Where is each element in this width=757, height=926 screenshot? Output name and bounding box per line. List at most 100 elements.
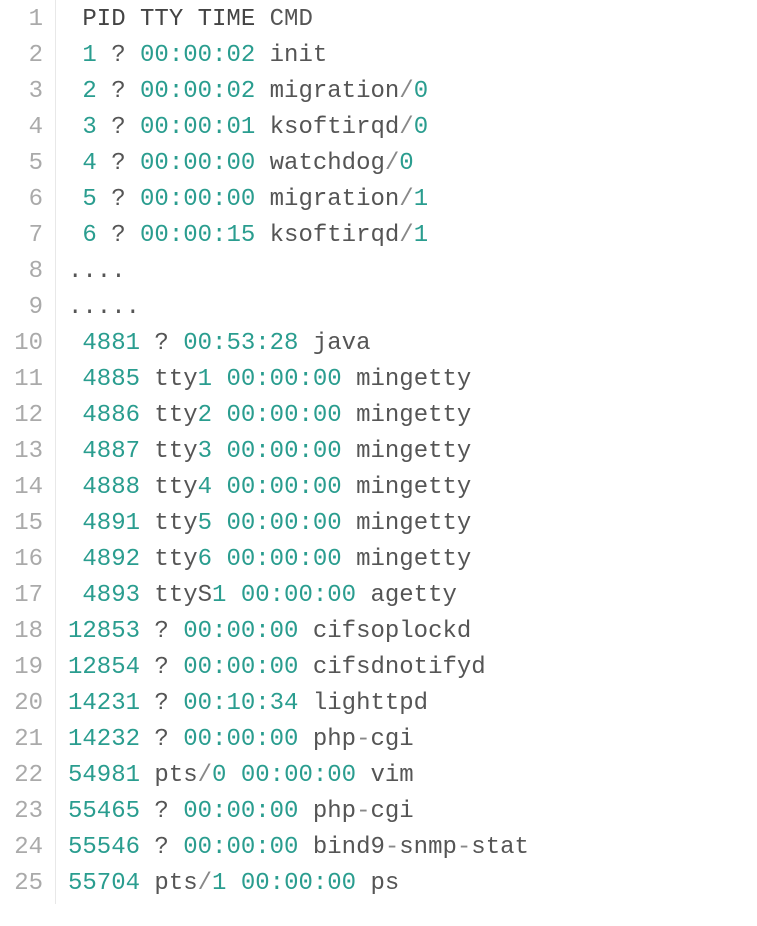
line-number: 3 [8,74,43,110]
code-line: 5 ? 00:00:00 migration/1 [68,182,757,218]
tty-prefix: tty [154,474,197,501]
dash-sep: - [356,798,370,825]
cmd: mingetty [356,474,471,501]
cmd-tail: stat [471,834,529,861]
dash-sep: - [385,834,399,861]
cmd: migration [270,78,400,105]
slash-sep: / [399,78,413,105]
dash-sep: - [356,726,370,753]
pid: 12853 [68,618,140,645]
tty: ? [111,150,125,177]
cmd: agetty [370,582,456,609]
slash-sep: / [399,186,413,213]
cmd-index: 0 [399,150,413,177]
cmd: migration [270,186,400,213]
code-line: 1 ? 00:00:02 init [68,38,757,74]
cmd-index: 1 [414,222,428,249]
cmd-suffix: cgi [370,726,413,753]
code-line: 6 ? 00:00:15 ksoftirqd/1 [68,218,757,254]
code-line: 3 ? 00:00:01 ksoftirqd/0 [68,110,757,146]
tty-num: 1 [198,366,212,393]
tty-prefix: tty [154,546,197,573]
pid: 4 [82,150,96,177]
time: 00:00:00 [183,834,298,861]
line-number: 8 [8,254,43,290]
time: 00:00:01 [140,114,255,141]
time: 00:00:00 [241,762,356,789]
code-line: 4885 tty1 00:00:00 mingetty [68,362,757,398]
tty: ? [154,834,168,861]
line-number: 25 [8,866,43,902]
pid: 4891 [82,510,140,537]
time: 00:00:00 [183,726,298,753]
code-line: 4881 ? 00:53:28 java [68,326,757,362]
cmd: ps [370,870,399,897]
time: 00:00:00 [226,402,341,429]
tty: ? [111,114,125,141]
cmd-index: 1 [414,186,428,213]
header-cols: PID TTY TIME [68,6,270,33]
cmd-suffix: cgi [370,798,413,825]
tty: ? [154,726,168,753]
tty: ? [154,690,168,717]
line-number: 10 [8,326,43,362]
header-cmd: CMD [270,6,313,33]
line-number: 12 [8,398,43,434]
line-number: 1 [8,2,43,38]
pid: 14232 [68,726,140,753]
pid: 1 [82,42,96,69]
pid: 4892 [82,546,140,573]
tty-num: 3 [198,438,212,465]
code-line: 4891 tty5 00:00:00 mingetty [68,506,757,542]
time: 00:00:00 [226,546,341,573]
tty-num: 6 [198,546,212,573]
cmd: mingetty [356,438,471,465]
tty: ? [111,222,125,249]
code-area: PID TTY TIME CMD 1 ? 00:00:02 init 2 ? 0… [56,0,757,904]
tty-num: 5 [198,510,212,537]
line-number: 20 [8,686,43,722]
cmd: ksoftirqd [270,114,400,141]
line-number: 7 [8,218,43,254]
line-number: 21 [8,722,43,758]
slash-sep: / [399,114,413,141]
code-line: 14231 ? 00:10:34 lighttpd [68,686,757,722]
tty: ? [111,186,125,213]
tty-num: 1 [212,582,226,609]
pid: 12854 [68,654,140,681]
pid: 55704 [68,870,140,897]
code-line: 4886 tty2 00:00:00 mingetty [68,398,757,434]
line-number: 23 [8,794,43,830]
pid: 55465 [68,798,140,825]
pid: 2 [82,78,96,105]
time: 00:00:00 [140,150,255,177]
pid: 14231 [68,690,140,717]
cmd: mingetty [356,546,471,573]
time: 00:53:28 [183,330,298,357]
tty-num: 1 [212,870,226,897]
pid: 4888 [82,474,140,501]
time: 00:00:00 [226,510,341,537]
line-number: 22 [8,758,43,794]
cmd: ksoftirqd [270,222,400,249]
slash-sep: / [385,150,399,177]
pid: 4881 [82,330,140,357]
line-number: 19 [8,650,43,686]
line-number: 11 [8,362,43,398]
slash-sep: / [198,870,212,897]
time: 00:00:00 [183,798,298,825]
time: 00:00:02 [140,78,255,105]
code-line: 4893 ttyS1 00:00:00 agetty [68,578,757,614]
pid: 4887 [82,438,140,465]
line-number: 9 [8,290,43,326]
tty-num: 2 [198,402,212,429]
tty-prefix: pts [154,762,197,789]
code-line: 55704 pts/1 00:00:00 ps [68,866,757,902]
cmd: init [270,42,328,69]
code-line: 4 ? 00:00:00 watchdog/0 [68,146,757,182]
line-number: 17 [8,578,43,614]
time: 00:00:00 [183,654,298,681]
ellipsis: ..... [68,294,140,321]
line-number: 4 [8,110,43,146]
code-line: 4887 tty3 00:00:00 mingetty [68,434,757,470]
